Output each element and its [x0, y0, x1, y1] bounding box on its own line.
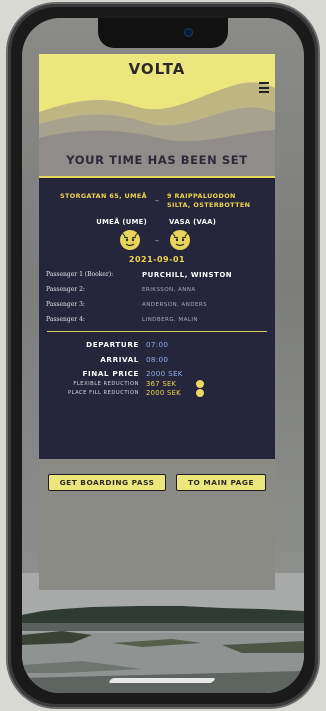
home-indicator	[107, 678, 217, 683]
booking-summary-card: STORGATAN 65, UMEÅ – 9 RAIPPALUODON SILT…	[39, 178, 275, 459]
flexible-info-icon[interactable]	[196, 379, 204, 388]
place-fill-reduction-row: PLACE FILL REDUCTION 2000 SEK	[39, 388, 275, 397]
hamburger-menu-icon[interactable]	[259, 82, 269, 93]
location-emblems: –	[39, 229, 275, 251]
travel-date: 2021-09-01	[128, 255, 186, 264]
flexible-reduction-label: FLEXIBLE REDUCTION	[73, 380, 139, 387]
passenger-name: LINDBERG, MALIN	[142, 316, 199, 323]
flexible-reduction-row: FLEXIBLE REDUCTION 367 SEK	[39, 379, 275, 388]
departure-label: DEPARTURE	[86, 340, 139, 349]
passenger-label: Passenger 4:	[46, 316, 85, 323]
list-item: Passenger 1 (Booker): PURCHILL, WINSTON	[46, 267, 275, 282]
web-page: VOLTA YOUR TIME HAS BEEN SET STORGATAN 6…	[39, 54, 275, 590]
final-price-row: FINAL PRICE 2000 SEK	[39, 367, 275, 379]
departure-row: DEPARTURE 07:00	[39, 337, 275, 352]
final-price-label: FINAL PRICE	[82, 368, 139, 378]
place-fill-reduction-value: 2000 SEK	[146, 388, 181, 397]
place-fill-reduction-label: PLACE FILL REDUCTION	[67, 389, 139, 396]
destination-address: 9 RAIPPALUODON SILTA, OSTERBOTTEN	[167, 192, 251, 209]
route-addresses: STORGATAN 65, UMEÅ – 9 RAIPPALUODON SILT…	[39, 192, 275, 210]
list-item: Passenger 4: LINDBERG, MALIN	[46, 312, 275, 327]
origin-code: UMEÅ (UME)	[96, 218, 147, 226]
list-item: Passenger 2: ERIKSSON, ANNA	[46, 282, 275, 297]
passenger-label: Passenger 3:	[46, 301, 85, 308]
flexible-reduction-value: 367 SEK	[146, 379, 177, 388]
route-separator: –	[155, 196, 159, 205]
passenger-name: PURCHILL, WINSTON	[142, 270, 233, 279]
schedule-section: DEPARTURE 07:00 ARRIVAL 08:00 FINAL PRIC…	[39, 337, 275, 397]
emblem-separator: –	[155, 235, 159, 245]
background-landscape	[22, 573, 304, 693]
arrival-row: ARRIVAL 08:00	[39, 352, 275, 367]
passenger-name: ERIKSSON, ANNA	[142, 286, 196, 293]
origin-face-emblem-icon	[120, 230, 140, 250]
action-buttons: GET BOARDING PASS TO MAIN PAGE	[39, 474, 275, 491]
front-camera-icon	[184, 28, 193, 37]
code-separator	[147, 218, 167, 226]
airport-codes: UMEÅ (UME) VASA (VAA)	[39, 218, 275, 226]
final-price-value: 2000 SEK	[146, 368, 183, 378]
to-main-page-button[interactable]: TO MAIN PAGE	[176, 474, 266, 491]
place-fill-info-icon[interactable]	[196, 388, 204, 397]
origin-address: STORGATAN 65, UMEÅ	[60, 192, 147, 200]
passenger-list: Passenger 1 (Booker): PURCHILL, WINSTON …	[39, 267, 275, 327]
arrival-time: 08:00	[146, 355, 169, 364]
passenger-label: Passenger 1 (Booker):	[46, 271, 114, 278]
passenger-name: ANDERSON, ANDERS	[142, 301, 208, 308]
get-boarding-pass-button[interactable]: GET BOARDING PASS	[48, 474, 166, 491]
destination-code: VASA (VAA)	[169, 218, 217, 226]
phone-notch	[98, 18, 228, 48]
volta-logo[interactable]: VOLTA	[39, 60, 275, 78]
departure-time: 07:00	[146, 340, 169, 349]
passenger-label: Passenger 2:	[46, 286, 85, 293]
page-title: YOUR TIME HAS BEEN SET	[66, 153, 248, 167]
page-header: VOLTA YOUR TIME HAS BEEN SET	[39, 54, 275, 178]
section-divider	[47, 331, 267, 332]
arrival-label: ARRIVAL	[100, 355, 139, 364]
destination-face-emblem-icon	[170, 230, 190, 250]
list-item: Passenger 3: ANDERSON, ANDERS	[46, 297, 275, 312]
